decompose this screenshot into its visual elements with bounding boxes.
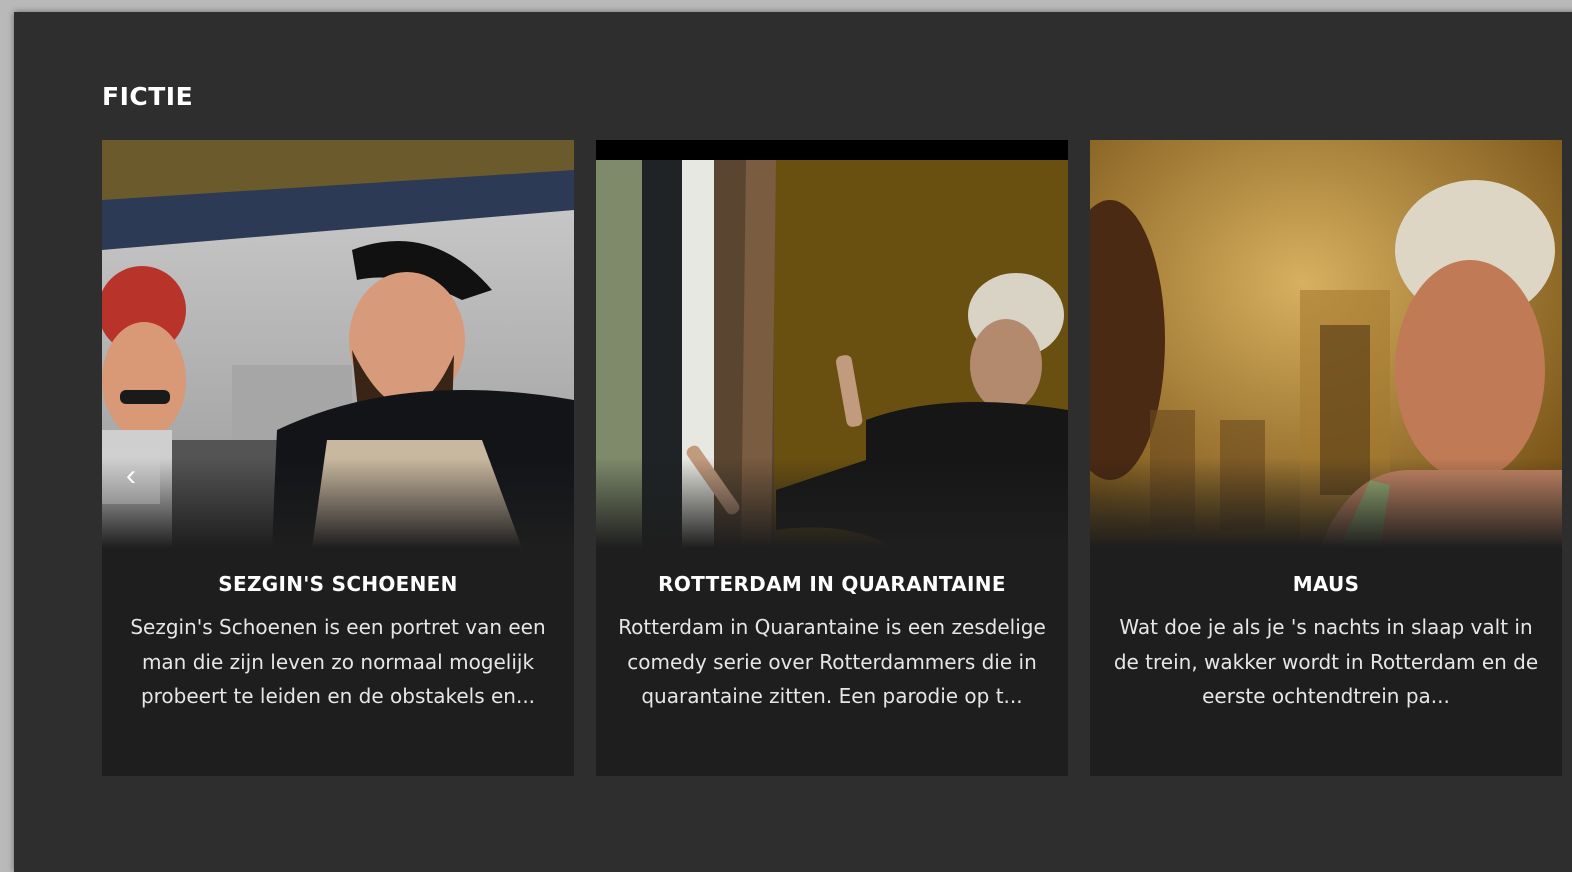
card-maus[interactable]: MAUS Wat doe je als je 's nachts in slaa… <box>1090 140 1562 776</box>
kitchen-scene-image <box>102 140 574 548</box>
card-title[interactable]: ROTTERDAM IN QUARANTAINE <box>596 572 1068 596</box>
card-rotterdam-in-quarantaine[interactable]: ROTTERDAM IN QUARANTAINE Rotterdam in Qu… <box>596 140 1068 776</box>
card-description: Rotterdam in Quarantaine is een zesdelig… <box>618 615 1046 708</box>
carousel-prev-button[interactable]: ‹ <box>102 448 160 504</box>
card-description: Sezgin's Schoenen is een portret van een… <box>130 615 546 708</box>
card-thumbnail[interactable] <box>1090 140 1562 548</box>
chevron-left-icon: ‹ <box>126 459 136 492</box>
card-sezgins-schoenen[interactable]: ‹ SEZGIN'S SCHOENEN Sezgin's Schoenen is… <box>102 140 574 776</box>
section-title: FICTIE <box>102 82 194 111</box>
window-scene-image <box>596 140 1068 548</box>
card-description: Wat doe je als je 's nachts in slaap val… <box>1113 615 1539 708</box>
card-thumbnail[interactable] <box>596 140 1068 548</box>
card-title[interactable]: SEZGIN'S SCHOENEN <box>102 572 574 596</box>
train-scene-image <box>1090 140 1562 548</box>
card-title[interactable]: MAUS <box>1090 572 1562 596</box>
card-thumbnail[interactable]: ‹ <box>102 140 574 548</box>
page-frame: FICTIE ‹ SEZGIN'S SCHOENEN Sezgin's Scho… <box>14 12 1572 872</box>
